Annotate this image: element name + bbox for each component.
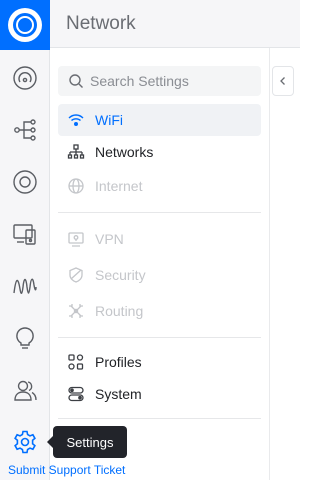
tooltip-text: Settings (66, 434, 114, 450)
topology-icon[interactable] (0, 110, 50, 150)
routing-icon (69, 304, 83, 318)
system-icon (68, 386, 84, 402)
logo-center (13, 13, 37, 37)
devices-icon[interactable] (0, 162, 50, 202)
nav-label-wifi: WiFi (95, 112, 123, 128)
nav-label-system: System (95, 386, 142, 402)
search-icon (69, 74, 83, 88)
clients-icon[interactable] (0, 214, 50, 254)
networks-icon (67, 144, 85, 159)
nav-label-networks: Networks (95, 144, 154, 160)
settings-nav-profiles[interactable]: Profiles (58, 346, 261, 378)
settings-panel: WiFi Networks Internet VPN (50, 48, 270, 480)
logo-core (16, 16, 34, 34)
dashboard-icon[interactable] (0, 58, 50, 98)
submit-support-ticket-link[interactable]: Submit Support Ticket (8, 463, 125, 477)
divider (58, 337, 261, 338)
globe-icon (68, 178, 84, 194)
nav-rail (0, 0, 50, 480)
settings-nav-internet: Internet (58, 170, 261, 202)
collapse-panel-button[interactable] (272, 66, 294, 96)
settings-tooltip: Settings (47, 426, 127, 458)
profiles-icon (68, 354, 84, 370)
divider (58, 418, 261, 419)
search-input[interactable] (90, 73, 250, 89)
nav-label-routing: Routing (95, 303, 144, 319)
statistics-icon[interactable] (0, 266, 50, 306)
nav-label-vpn: VPN (95, 231, 124, 247)
nav-label-security: Security (95, 267, 146, 283)
top-header: Network (50, 0, 300, 48)
settings-nav-networks[interactable]: Networks (58, 136, 261, 168)
settings-nav-system[interactable]: System (58, 378, 261, 410)
page-title: Network (66, 13, 136, 34)
vpn-icon (68, 232, 84, 247)
shield-icon (69, 267, 83, 283)
settings-nav-routing: Routing (58, 295, 261, 327)
settings-nav-security: Security (58, 259, 261, 291)
chevron-left-icon (280, 77, 285, 85)
settings-nav-wifi[interactable]: WiFi (58, 104, 261, 136)
logo-ring (8, 8, 42, 42)
ubiquiti-logo[interactable] (0, 0, 50, 50)
divider (58, 212, 261, 213)
nav-label-profiles: Profiles (95, 354, 142, 370)
settings-nav-vpn: VPN (58, 223, 261, 255)
settings-icon[interactable] (0, 422, 50, 462)
search-box[interactable] (58, 66, 261, 96)
insights-icon[interactable] (0, 318, 50, 358)
wifi-icon (68, 114, 84, 126)
admins-icon[interactable] (0, 370, 50, 410)
nav-label-internet: Internet (95, 178, 143, 194)
